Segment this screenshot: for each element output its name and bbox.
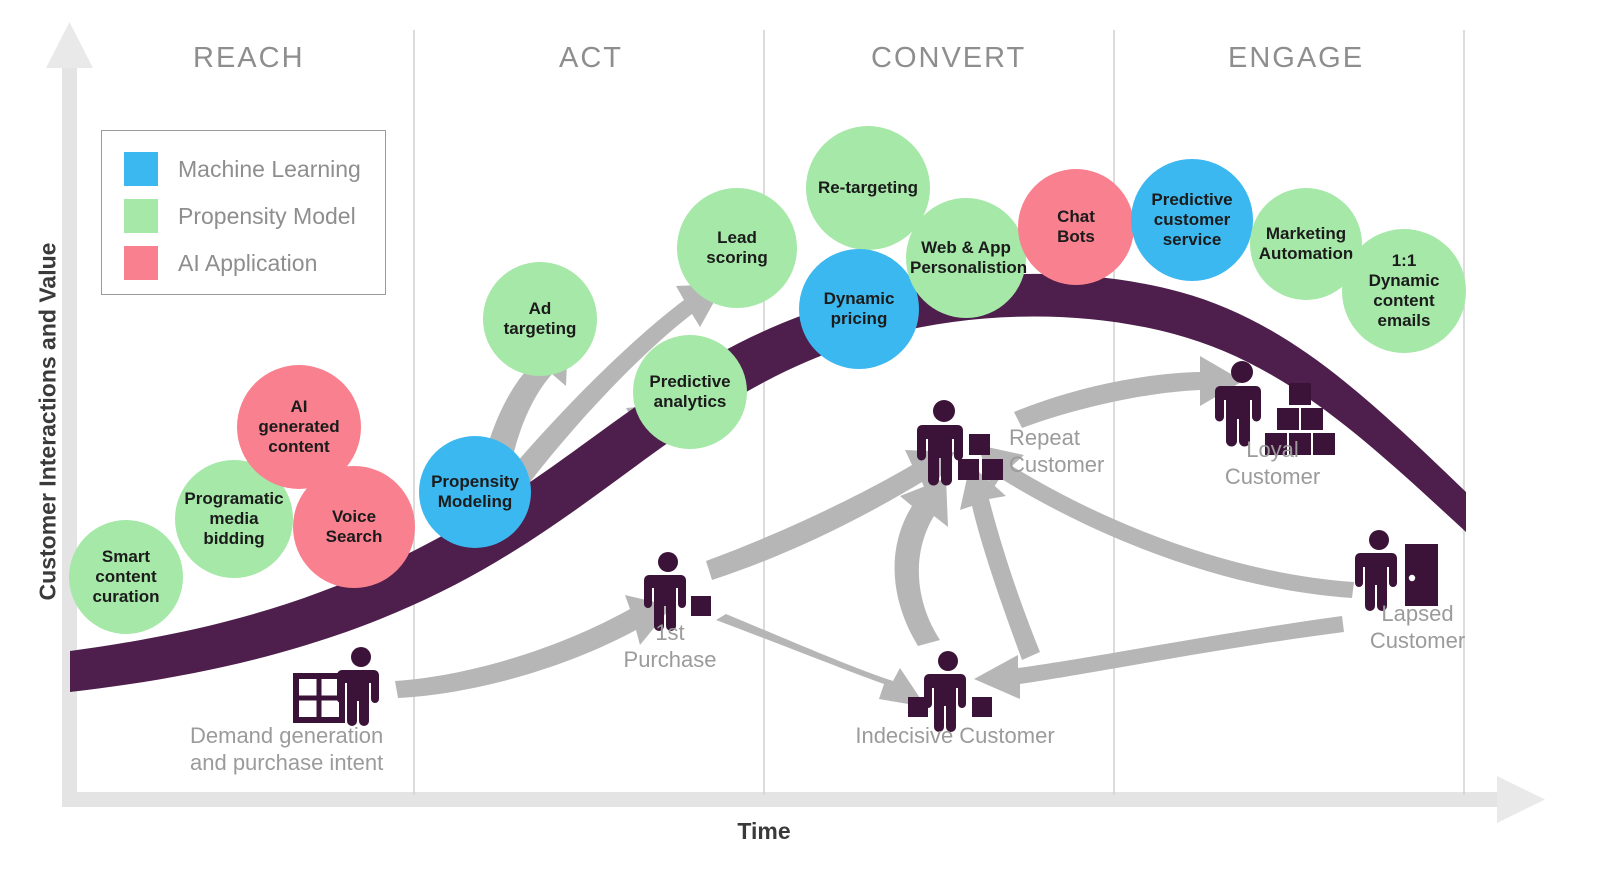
bubble-label: Programatic media bidding bbox=[184, 488, 284, 549]
persona-label-first-purchase: 1st Purchase bbox=[623, 620, 717, 672]
legend-swatch-ai-application bbox=[124, 246, 158, 280]
bubble-lead-scoring[interactable]: Lead scoring bbox=[677, 188, 797, 308]
bubble-label: Web & App Personalistion bbox=[910, 237, 1028, 277]
x-axis-label: Time bbox=[737, 818, 791, 844]
bubble-voice-search[interactable]: Voice Search bbox=[293, 466, 415, 588]
bubble-label: Marketing Automation bbox=[1258, 223, 1354, 263]
persona-label-repeat-customer: Repeat Customer bbox=[1009, 425, 1105, 477]
bubble-label: AI generated content bbox=[258, 396, 340, 457]
bubble-smart-content-curation[interactable]: Smart content curation bbox=[69, 520, 183, 634]
legend: Machine Learning Propensity Model AI App… bbox=[101, 130, 386, 295]
bubble-chat-bots[interactable]: Chat Bots bbox=[1018, 169, 1134, 285]
bubble-propensity-modeling[interactable]: Propensity Modeling bbox=[419, 436, 531, 548]
legend-swatch-machine-learning bbox=[124, 152, 158, 186]
legend-item-ai-application: AI Application bbox=[124, 243, 385, 283]
legend-swatch-propensity-model bbox=[124, 199, 158, 233]
bubble-predictive-customer-service[interactable]: Predictive customer service bbox=[1131, 159, 1253, 281]
bubble-label: Predictive analytics bbox=[649, 371, 731, 411]
bubble-label: Ad targeting bbox=[503, 298, 577, 338]
bubble-dynamic-pricing[interactable]: Dynamic pricing bbox=[799, 249, 919, 369]
legend-label-propensity-model: Propensity Model bbox=[178, 202, 356, 229]
person-with-storefront-icon bbox=[293, 647, 379, 726]
x-axis bbox=[62, 776, 1545, 823]
persona-label-indecisive-customer: Indecisive Customer bbox=[855, 723, 1055, 748]
bubble-ad-targeting[interactable]: Ad targeting bbox=[483, 262, 597, 376]
bubble-label: 1:1 Dynamic content emails bbox=[1368, 250, 1440, 331]
bubble-label: Predictive customer service bbox=[1151, 189, 1233, 250]
legend-item-propensity-model: Propensity Model bbox=[124, 196, 385, 236]
bubble-label: Voice Search bbox=[325, 506, 383, 546]
bubble-label: Lead scoring bbox=[706, 227, 768, 267]
stage-header-convert: CONVERT bbox=[871, 42, 1027, 74]
bubble-label: Re-targeting bbox=[817, 177, 919, 197]
bubble-1-1-dynamic-content-emails[interactable]: 1:1 Dynamic content emails bbox=[1342, 229, 1466, 353]
stage-header-engage: ENGAGE bbox=[1228, 42, 1365, 74]
legend-label-machine-learning: Machine Learning bbox=[178, 155, 361, 182]
customer-journey-diagram: REACH ACT CONVERT ENGAGE Machine Learnin… bbox=[0, 0, 1600, 881]
bubble-predictive-analytics[interactable]: Predictive analytics bbox=[633, 335, 747, 449]
legend-item-machine-learning: Machine Learning bbox=[124, 149, 385, 189]
person-with-door-icon bbox=[1355, 530, 1438, 611]
right-arrow-icon bbox=[1497, 776, 1545, 823]
bubble-web-app-personalistion[interactable]: Web & App Personalistion bbox=[906, 198, 1028, 318]
up-arrow-icon bbox=[46, 22, 93, 68]
bubble-label: Chat Bots bbox=[1057, 206, 1095, 246]
person-with-two-boxes-icon bbox=[908, 651, 992, 732]
persona-label-loyal-customer: Loyal Customer bbox=[1224, 437, 1321, 489]
legend-label-ai-application: AI Application bbox=[178, 249, 318, 276]
bubble-label: Propensity Modeling bbox=[431, 471, 519, 511]
stage-header-reach: REACH bbox=[193, 42, 305, 74]
stage-header-act: ACT bbox=[559, 42, 623, 74]
bubble-label: Dynamic pricing bbox=[823, 288, 895, 328]
persona-label-lapsed-customer: Lapsed Customer bbox=[1369, 601, 1466, 653]
persona-label-demand-generation: Demand generation and purchase intent bbox=[190, 723, 384, 775]
y-axis-label: Customer Interactions and Value bbox=[34, 242, 61, 601]
bubble-label: Smart content curation bbox=[92, 546, 160, 607]
person-with-three-boxes-icon bbox=[917, 400, 1003, 486]
